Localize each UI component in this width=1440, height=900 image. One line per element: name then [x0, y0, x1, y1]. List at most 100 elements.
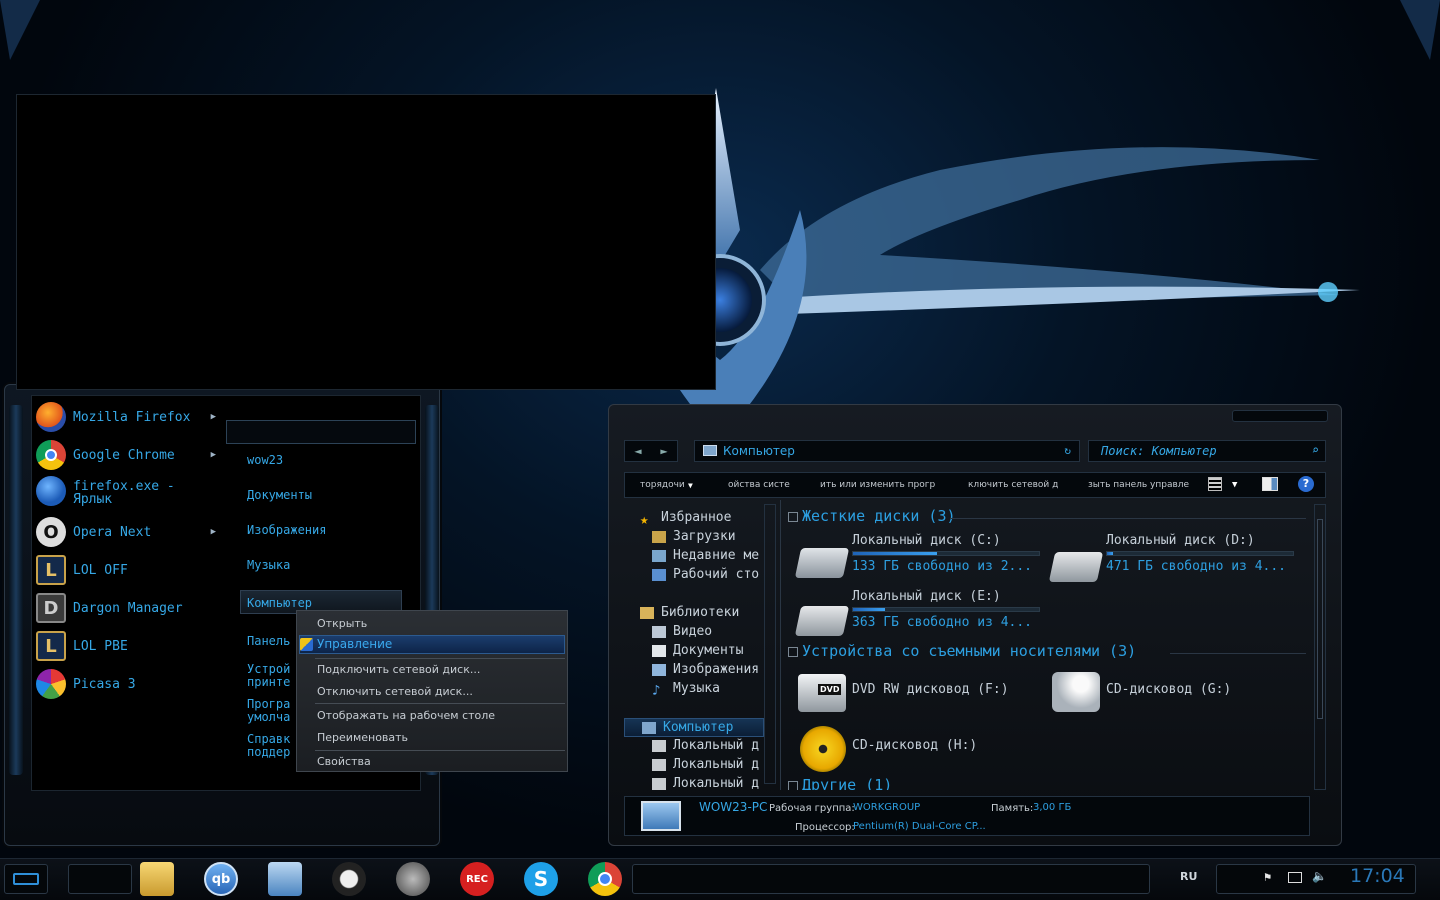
address-bar[interactable]: Компьютер ↻ — [694, 440, 1080, 462]
place-default-programs[interactable]: Програ умолча — [247, 698, 290, 724]
drive-name: Локальный диск (C:) — [852, 533, 1001, 548]
context-item-rename[interactable]: Переименовать — [317, 729, 408, 747]
group-checkbox[interactable] — [788, 512, 798, 522]
chrome-icon — [36, 440, 66, 470]
forward-arrow-icon[interactable]: ► — [660, 444, 667, 458]
nav-pictures[interactable]: Изображения — [622, 662, 759, 677]
clock[interactable]: 17:04 — [1350, 865, 1405, 887]
dropdown-arrow-icon: ▼ — [688, 481, 693, 490]
nav-music[interactable]: ♪ Музыка — [622, 681, 720, 699]
context-item-map-drive[interactable]: Подключить сетевой диск... — [317, 661, 480, 679]
scrollbar-thumb[interactable] — [1317, 519, 1323, 719]
nav-video[interactable]: Видео — [622, 624, 712, 639]
program-item-lol-pbe[interactable]: L LOL PBE — [36, 628, 226, 664]
group-removable[interactable]: Устройства со съемными носителями (3) — [788, 642, 1136, 660]
place-documents[interactable]: Документы — [247, 489, 312, 502]
place-user-folder[interactable]: wow23 — [247, 454, 283, 467]
game-icon[interactable] — [332, 862, 366, 896]
drive-d[interactable]: Локальный диск (D:) 471 ГБ свободно из 4.… — [1106, 533, 1294, 574]
group-checkbox[interactable] — [788, 781, 798, 790]
nav-label: Рабочий сто — [673, 567, 760, 582]
toolbar-system-properties[interactable]: ойства систе — [728, 480, 790, 490]
back-forward-buttons[interactable]: ◄ ► — [624, 440, 678, 462]
toolbar-uninstall-program[interactable]: ить или изменить прогр — [820, 480, 935, 490]
back-arrow-icon[interactable]: ◄ — [634, 444, 641, 458]
toolbar-organize[interactable]: торядочи — [640, 480, 685, 490]
league-icon: L — [36, 555, 66, 585]
context-item-show-desktop[interactable]: Отображать на рабочем столе — [317, 707, 495, 725]
windows-drive-icon — [794, 548, 850, 578]
place-help-support[interactable]: Справк поддер — [247, 733, 290, 759]
action-center-flag-icon[interactable]: ⚑ — [1264, 870, 1271, 884]
group-checkbox[interactable] — [788, 647, 798, 657]
view-dropdown-icon[interactable]: ▼ — [1232, 480, 1237, 490]
program-item-opera[interactable]: O Opera Next ▶ — [36, 514, 226, 550]
nav-desktop[interactable]: Рабочий сто — [622, 567, 759, 582]
preview-pane-icon[interactable] — [1262, 477, 1278, 491]
program-item-lol-off[interactable]: L LOL OFF — [36, 552, 226, 588]
submenu-arrow-icon: ▶ — [210, 450, 216, 460]
program-label: Dargon Manager — [73, 600, 183, 616]
program-item-firefox[interactable]: Mozilla Firefox ▶ — [36, 399, 226, 435]
qbittorrent-icon[interactable]: qb — [204, 862, 238, 896]
hard-drive-icon — [794, 606, 850, 636]
explorer-icon[interactable] — [140, 862, 174, 896]
context-item-manage[interactable]: Управление — [317, 635, 392, 653]
refresh-icon[interactable]: ↻ — [1064, 444, 1071, 457]
program-item-picasa[interactable]: Picasa 3 — [36, 666, 226, 702]
nav-recent[interactable]: Недавние ме — [622, 548, 759, 563]
start-search-input[interactable] — [226, 420, 416, 444]
nav-local-disk-d[interactable]: Локальный д — [622, 757, 759, 772]
nav-libraries[interactable]: Библиотеки — [622, 605, 739, 620]
program-item-chrome[interactable]: Google Chrome ▶ — [36, 437, 226, 473]
place-music[interactable]: Музыка — [247, 559, 290, 572]
drive-f[interactable]: DVD RW дисковод (F:) — [852, 682, 1009, 697]
remote-desktop-icon[interactable] — [268, 862, 302, 896]
toolbar-open-control-panel[interactable]: зыть панель управле — [1088, 480, 1189, 490]
window-title-controls[interactable] — [1232, 410, 1328, 422]
toolbar-map-drive[interactable]: ключить сетевой д — [968, 480, 1058, 490]
start-button[interactable] — [4, 864, 48, 894]
nav-computer[interactable]: Компьютер — [622, 720, 733, 735]
nav-pane-scrollbar[interactable] — [764, 504, 776, 784]
place-control-panel[interactable]: Панель — [247, 635, 290, 648]
chrome-icon[interactable] — [588, 862, 622, 896]
nav-local-disk-c[interactable]: Локальный д — [622, 738, 759, 753]
steam-icon[interactable] — [396, 862, 430, 896]
language-indicator[interactable]: RU — [1180, 870, 1197, 883]
help-icon[interactable]: ? — [1298, 476, 1314, 492]
place-computer[interactable]: Компьютер — [247, 597, 312, 610]
view-options-icon[interactable] — [1208, 477, 1222, 491]
nav-documents[interactable]: Документы — [622, 643, 743, 658]
content-scrollbar[interactable] — [1314, 504, 1326, 790]
nav-downloads[interactable]: Загрузки — [622, 529, 736, 544]
skype-icon[interactable]: S — [524, 862, 558, 896]
drive-e[interactable]: Локальный диск (E:) 363 ГБ свободно из 4.… — [852, 589, 1040, 630]
group-other[interactable]: Другие (1) — [788, 776, 892, 790]
program-item-dargon-manager[interactable]: D Dargon Manager — [36, 590, 226, 626]
program-label: LOL OFF — [73, 562, 128, 578]
place-label: поддер — [247, 745, 291, 759]
drive-c[interactable]: Локальный диск (C:) 133 ГБ свободно из 2.… — [852, 533, 1040, 574]
submenu-arrow-icon: ▶ — [210, 527, 216, 537]
context-item-open[interactable]: Открыть — [317, 615, 367, 633]
star-icon: ★ — [640, 511, 649, 528]
nav-label: Изображения — [673, 662, 760, 677]
program-label: Opera Next — [73, 524, 152, 540]
volume-icon[interactable]: 🔈 — [1312, 869, 1327, 883]
drive-h[interactable]: CD-дисковод (H:) — [852, 738, 977, 753]
group-hard-drives[interactable]: Жесткие диски (3) — [788, 507, 956, 525]
context-item-properties[interactable]: Свойства — [317, 753, 371, 771]
drive-g[interactable]: CD-дисковод (G:) — [1106, 682, 1231, 697]
program-item-firefox-shortcut[interactable]: firefox.exe - Ярлык — [36, 476, 226, 512]
context-item-disconnect-drive[interactable]: Отключить сетевой диск... — [317, 683, 473, 701]
place-pictures[interactable]: Изображения — [247, 524, 326, 537]
network-icon[interactable] — [1288, 872, 1302, 883]
nav-pane-divider — [780, 500, 781, 790]
opera-icon: O — [36, 517, 66, 547]
nav-favorites[interactable]: ★ Избранное — [622, 510, 731, 528]
place-devices-printers[interactable]: Устрой принте — [247, 663, 290, 689]
nav-local-disk-e[interactable]: Локальный д — [622, 776, 759, 791]
recorder-icon[interactable]: REC — [460, 862, 494, 896]
search-box[interactable]: Поиск: Компьютер ⌕ — [1088, 440, 1326, 462]
